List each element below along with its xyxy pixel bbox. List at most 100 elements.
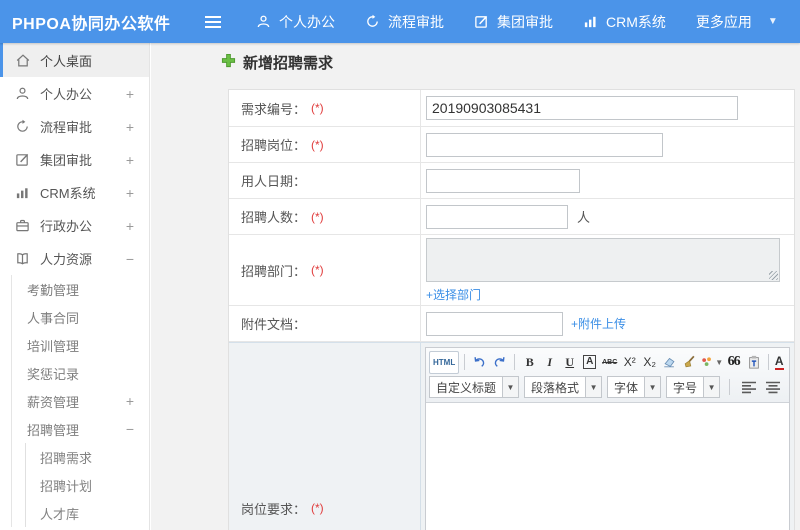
topnav-label: 更多应用	[695, 13, 752, 30]
editor-content-area[interactable]	[426, 403, 789, 530]
expand-icon[interactable]: +	[126, 119, 134, 135]
sidebar-item-label: 流程审批	[40, 120, 93, 135]
toolbar-separator	[464, 354, 466, 370]
topnav-label: 集团审批	[497, 13, 553, 30]
toolbar-separator	[768, 354, 770, 370]
chevron-down-icon: ▼	[767, 16, 778, 27]
paste-icon[interactable]	[744, 353, 763, 372]
expand-icon[interactable]: +	[126, 185, 134, 201]
color-palette-icon[interactable]: ▼	[700, 353, 723, 372]
required-marker: (*)	[311, 263, 324, 277]
process-icon	[14, 119, 31, 135]
sidebar-submenu-recruitment: 招聘需求 招聘计划 人才库	[25, 443, 149, 527]
sidebar-item-label: 个人办公	[40, 87, 93, 102]
page-title-text: 新增招聘需求	[243, 55, 334, 72]
bold-button[interactable]: B	[520, 353, 539, 372]
user-icon	[256, 14, 271, 29]
toolbar-separator	[729, 379, 731, 395]
expand-icon[interactable]: +	[126, 218, 134, 234]
editor-toolbar: HTML B I U A ABC X² X₂ ▼ 66 A 自定义标题 ▼ 段落…	[426, 348, 789, 403]
headcount-unit: 人	[577, 210, 591, 225]
attachment-input[interactable]	[426, 311, 563, 336]
chevron-down-icon: ▼	[703, 377, 720, 397]
sidebar-item-hr-contract: 人事合同	[12, 303, 149, 331]
required-marker: (*)	[311, 137, 324, 152]
chevron-down-icon: ▼	[785, 358, 786, 367]
topbar: PHPOA协同办公软件 个人办公 流程审批 集团审批 CRM系统 更多应用 ▼	[0, 0, 800, 43]
collapse-icon[interactable]: −	[126, 251, 134, 267]
sidebar-item-label: 人事合同	[27, 310, 80, 326]
field-label: 招聘岗位： (*)	[229, 127, 421, 162]
sidebar-item-label: 集团审批	[40, 153, 93, 168]
form-row-demand-number: 需求编号： (*)	[229, 90, 794, 127]
expand-icon[interactable]: +	[126, 393, 134, 409]
blockquote-icon[interactable]: 66	[724, 353, 743, 372]
topnav-crm-system[interactable]: CRM系统	[583, 12, 666, 32]
topnav-label: 个人办公	[279, 13, 335, 30]
expand-icon[interactable]: +	[126, 152, 134, 168]
font-family-select[interactable]: 字体 ▼	[607, 376, 662, 398]
topnav-personal-office[interactable]: 个人办公	[256, 12, 335, 32]
department-textarea[interactable]	[426, 237, 780, 282]
sidebar-item-label: 招聘管理	[27, 422, 80, 438]
position-input[interactable]	[426, 132, 663, 157]
briefcase-icon	[14, 218, 31, 234]
home-icon	[14, 52, 31, 68]
sidebar-item-human-resources: 人力资源 − 考勤管理 人事合同 培训管理 奖惩记录 薪资管理 + 招聘管理 −…	[0, 242, 149, 527]
hire-date-input[interactable]	[426, 168, 580, 193]
font-color-button[interactable]: A ▼	[774, 353, 786, 372]
align-center-icon[interactable]	[763, 378, 782, 397]
sidebar-item-group-approval: 集团审批 +	[0, 143, 149, 176]
undo-icon[interactable]	[470, 353, 489, 372]
select-department-link[interactable]: +选择部门	[426, 286, 481, 303]
sidebar-item-personal-office: 个人办公 +	[0, 77, 149, 110]
chevron-down-icon: ▼	[585, 377, 602, 397]
demand-number-input[interactable]	[426, 96, 738, 120]
html-source-button[interactable]: HTML	[429, 350, 460, 374]
edit-icon	[474, 14, 489, 29]
font-style-button[interactable]: A	[583, 355, 597, 369]
sidebar-item-label: 个人桌面	[40, 53, 93, 69]
chevron-down-icon: ▼	[644, 377, 661, 397]
chart-icon	[14, 185, 31, 201]
recruitment-form: 需求编号： (*) 招聘岗位： (*) 用人日期：	[228, 89, 795, 530]
chevron-down-icon: ▼	[715, 357, 724, 367]
form-row-attachment: 附件文档： +附件上传	[229, 306, 794, 342]
strikethrough-button[interactable]: ABC	[600, 353, 619, 372]
headcount-input[interactable]	[426, 204, 568, 229]
hamburger-menu-icon[interactable]	[204, 15, 222, 29]
sidebar-item-personal-desktop: 个人桌面	[0, 43, 149, 77]
custom-title-select[interactable]: 自定义标题 ▼	[429, 376, 520, 398]
eraser-icon[interactable]	[660, 353, 679, 372]
italic-button[interactable]: I	[540, 353, 559, 372]
topnav-group-approval[interactable]: 集团审批	[474, 12, 553, 32]
edit-icon	[14, 152, 31, 168]
expand-icon[interactable]: +	[126, 86, 134, 102]
field-label: 招聘部门： (*)	[229, 235, 421, 305]
paragraph-format-select[interactable]: 段落格式 ▼	[524, 376, 603, 398]
sidebar-item-label: 考勤管理	[27, 282, 80, 298]
topnav-more-apps[interactable]: 更多应用 ▼	[696, 12, 778, 32]
sidebar-item-attendance: 考勤管理	[12, 275, 149, 303]
required-marker: (*)	[311, 101, 324, 115]
sidebar-item-process-approval: 流程审批 +	[0, 110, 149, 143]
align-left-icon[interactable]	[739, 378, 758, 397]
collapse-icon[interactable]: −	[126, 421, 134, 437]
sidebar-item-recruitment: 招聘管理 − 招聘需求 招聘计划 人才库	[12, 415, 149, 527]
font-size-select[interactable]: 字号 ▼	[666, 376, 721, 398]
topnav-process-approval[interactable]: 流程审批	[365, 12, 444, 32]
sidebar-item-training: 培训管理	[12, 331, 149, 359]
sidebar-item-label: 人才库	[40, 506, 80, 522]
attachment-upload-link[interactable]: +附件上传	[571, 315, 626, 332]
redo-icon[interactable]	[490, 353, 509, 372]
sidebar-item-rewards: 奖惩记录	[12, 359, 149, 387]
user-icon	[14, 86, 31, 102]
superscript-button[interactable]: X²	[620, 353, 639, 372]
sidebar-item-label: 行政办公	[40, 219, 93, 234]
underline-button[interactable]: U	[560, 353, 579, 372]
subscript-button[interactable]: X₂	[640, 353, 659, 372]
sidebar-item-label: CRM系统	[40, 186, 96, 201]
sidebar-item-label: 培训管理	[27, 338, 80, 354]
sidebar-item-talent-pool: 人才库	[26, 499, 149, 527]
format-brush-icon[interactable]	[680, 353, 699, 372]
